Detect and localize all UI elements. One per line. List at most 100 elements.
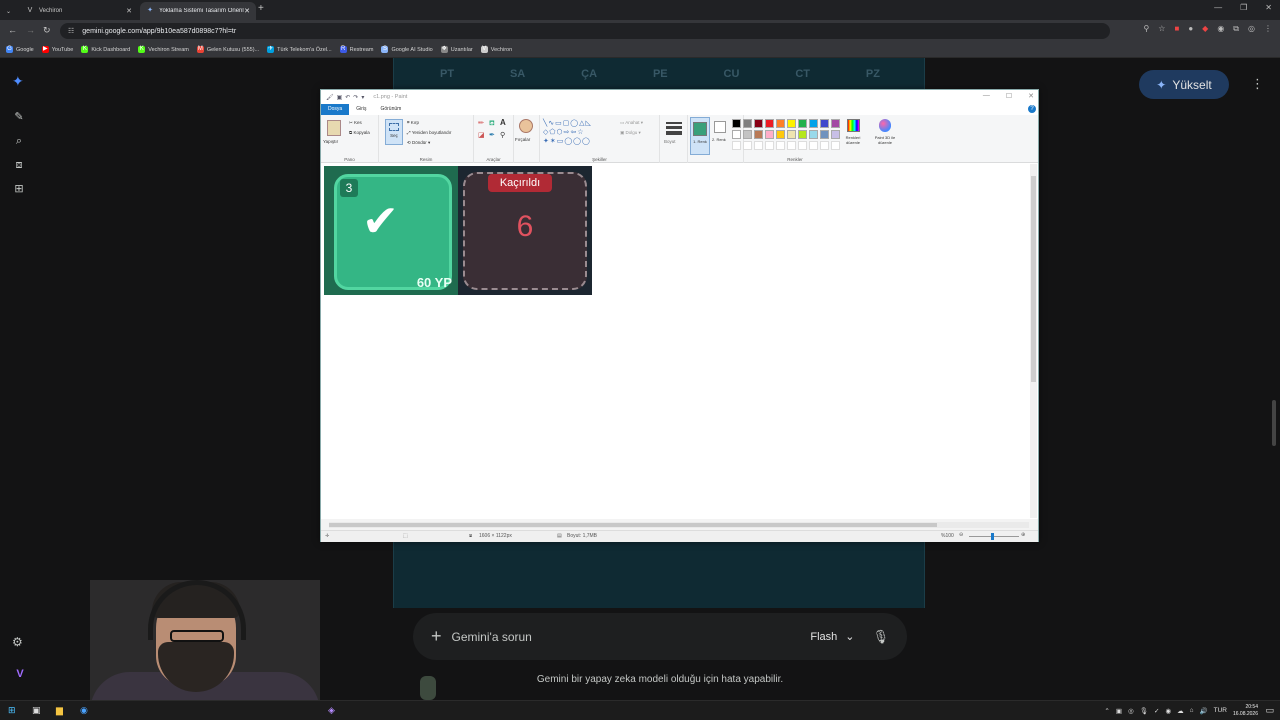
new-chat-icon[interactable]: ✎ [10, 110, 28, 124]
minimize-icon[interactable]: — [1214, 3, 1222, 12]
palette-swatch[interactable] [743, 130, 752, 139]
palette-swatch[interactable] [743, 119, 752, 128]
close-window-icon[interactable]: ✕ [1028, 92, 1034, 100]
outline-button[interactable]: ▭ Anahat ▾ [620, 120, 643, 126]
palette-swatch[interactable] [765, 119, 774, 128]
bookmark-item[interactable]: V Vechiron [480, 46, 512, 53]
gems-icon[interactable]: ⧈ [10, 158, 28, 172]
shapes-gallery[interactable]: ╲∿▭▢◯△◺ ◇⬠⬡⇨⇦☆ ✦✶▭◯◯◯ [543, 119, 615, 145]
volume-icon[interactable]: 🔊 [1200, 707, 1208, 715]
zoom-out-icon[interactable]: ⊖ [959, 532, 963, 538]
crop-button[interactable]: ⌗ Kırp [407, 120, 419, 125]
forward-icon[interactable]: → [26, 25, 35, 35]
color2-swatch[interactable] [714, 121, 726, 133]
horizontal-scrollbar[interactable] [329, 522, 1029, 528]
microphone-icon[interactable]: 🎙 [872, 629, 889, 645]
zoom-icon[interactable]: ⚲ [1143, 24, 1149, 34]
painted-image[interactable]: 3 ✔ 60 YP Kaçırıldı 6 [324, 166, 592, 295]
custom-color-swatch[interactable] [776, 141, 785, 150]
color-picker-icon[interactable]: ✒ [489, 131, 495, 139]
task-view-icon[interactable]: ▣ [32, 705, 41, 716]
microphone-icon[interactable]: 🎙 [1140, 707, 1148, 715]
close-window-icon[interactable]: ✕ [1265, 3, 1272, 12]
model-selector[interactable]: Flash ⌄ [810, 630, 854, 644]
close-icon[interactable]: ✕ [126, 7, 132, 15]
extension-icon[interactable]: ● [1188, 24, 1193, 34]
restore-icon[interactable]: ❐ [1240, 3, 1247, 12]
upgrade-button[interactable]: ✦ Yükselt [1139, 70, 1229, 99]
palette-swatch[interactable] [754, 119, 763, 128]
extension-icon[interactable]: ◉ [1217, 24, 1224, 34]
custom-color-swatch[interactable] [765, 141, 774, 150]
address-bar[interactable]: ☷ gemini.google.com/app/9b10ea587d0898c7… [60, 23, 1110, 39]
custom-color-swatch[interactable] [809, 141, 818, 150]
bookmark-item[interactable]: M Gelen Kutusu (555)... [196, 46, 259, 53]
app-icon[interactable]: ◈ [328, 705, 335, 716]
maximize-icon[interactable]: ☐ [1006, 92, 1012, 100]
zoom-slider[interactable] [969, 536, 1019, 537]
settings-gear-icon[interactable]: ⚙ [12, 635, 23, 649]
bookmark-item[interactable]: S Google AI Studio [381, 46, 433, 53]
gemini-logo-icon[interactable]: ✦ [12, 73, 24, 90]
bookmark-item[interactable]: R Restream [339, 46, 373, 53]
customize-quick-access-icon[interactable]: ▾ [361, 94, 364, 101]
tab-vechiron[interactable]: V Vechiron ✕ [20, 2, 138, 20]
custom-color-swatch[interactable] [743, 141, 752, 150]
paste-button[interactable]: Yapıştır [323, 139, 338, 144]
custom-color-swatch[interactable] [820, 141, 829, 150]
scroll-thumb[interactable] [1031, 176, 1036, 382]
palette-swatch[interactable] [820, 130, 829, 139]
chrome-icon[interactable]: ◉ [80, 705, 88, 716]
palette-swatch[interactable] [798, 119, 807, 128]
tray-overflow-icon[interactable]: ⌃ [1104, 707, 1109, 715]
custom-color-swatch[interactable] [754, 141, 763, 150]
fill-bucket-icon[interactable]: ⛾ [489, 119, 495, 128]
palette-swatch[interactable] [732, 130, 741, 139]
group-brushes[interactable]: Fırçalar [514, 115, 540, 163]
undo-icon[interactable]: ↶ [345, 94, 350, 101]
tray-app-icon[interactable]: ▣ [1116, 707, 1122, 715]
rotate-button[interactable]: ⟲ Döndür ▾ [407, 140, 430, 146]
paint3d-button[interactable]: Paint 3D ile düzenle [869, 119, 901, 159]
resize-button[interactable]: ⤢ Yeniden boyutlandır [407, 130, 451, 135]
extension-icon[interactable]: ◆ [1202, 24, 1208, 34]
palette-swatch[interactable] [831, 130, 840, 139]
prompt-input-box[interactable]: + Gemini'a sorun Flash ⌄ 🎙 [413, 613, 907, 660]
bookmark-item[interactable]: ✈ Türk Telekom'a Özel... [267, 46, 332, 53]
page-scrollbar[interactable] [1272, 400, 1276, 446]
bookmark-item[interactable]: G Google [6, 46, 34, 53]
pencil-icon[interactable]: ✏ [478, 119, 484, 127]
palette-swatch[interactable] [765, 130, 774, 139]
palette-swatch[interactable] [776, 119, 785, 128]
palette-swatch[interactable] [787, 130, 796, 139]
palette-swatch[interactable] [831, 119, 840, 128]
minimize-icon[interactable]: — [983, 92, 990, 100]
magnifier-icon[interactable]: ⚲ [500, 131, 505, 139]
fill-button[interactable]: ▣ Dolgu ▾ [620, 130, 641, 136]
color1-button[interactable]: 1. Renk [690, 117, 710, 155]
cut-button[interactable]: ✂ Kes [349, 120, 362, 126]
bookmark-item[interactable]: ❖ Uzantılar [440, 46, 473, 53]
tab-view[interactable]: Görünüm [373, 104, 408, 115]
explore-icon[interactable]: ⊞ [10, 182, 28, 196]
tray-app-icon[interactable]: ◉ [1165, 707, 1171, 715]
notifications-icon[interactable]: ▭ [1265, 705, 1274, 716]
custom-color-swatch[interactable] [787, 141, 796, 150]
scroll-thumb[interactable] [329, 523, 937, 527]
size-button[interactable]: Boyut [660, 115, 688, 163]
extension-icon[interactable]: ■ [1174, 24, 1179, 34]
zoom-slider-thumb[interactable] [991, 533, 994, 540]
palette-swatch[interactable] [732, 119, 741, 128]
palette-swatch[interactable] [809, 119, 818, 128]
new-tab-button[interactable]: + [258, 3, 264, 14]
tray-app-icon[interactable]: ◎ [1128, 707, 1134, 715]
palette-swatch[interactable] [820, 119, 829, 128]
language-indicator[interactable]: TUR [1214, 707, 1227, 714]
bookmark-item[interactable]: K Kick Dashboard [81, 46, 130, 53]
menu-kebab-icon[interactable]: ⋮ [1264, 24, 1272, 34]
custom-color-swatch[interactable] [831, 141, 840, 150]
custom-color-swatch[interactable] [798, 141, 807, 150]
save-icon[interactable]: ▣ [337, 94, 343, 101]
add-attachment-icon[interactable]: + [431, 626, 442, 647]
tab-home[interactable]: Giriş [349, 104, 373, 115]
